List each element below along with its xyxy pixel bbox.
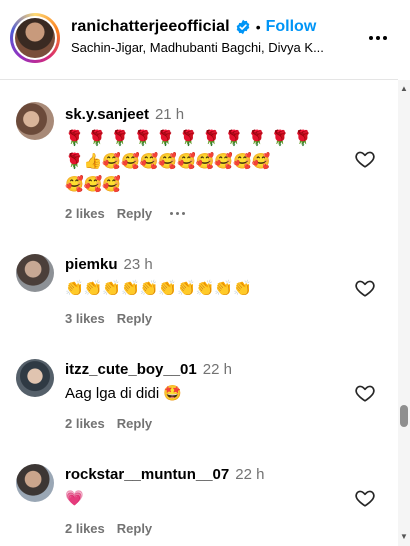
scrollbar[interactable]: ▲ ▼ bbox=[398, 80, 410, 546]
likes-count[interactable]: 3 likes bbox=[65, 311, 105, 326]
verified-badge-icon bbox=[236, 19, 250, 35]
more-options-icon[interactable] bbox=[366, 26, 390, 50]
heart-outline-icon[interactable] bbox=[354, 148, 376, 170]
likes-count[interactable]: 2 likes bbox=[65, 206, 105, 221]
follow-button[interactable]: Follow bbox=[266, 18, 317, 36]
owner-avatar-image bbox=[15, 18, 55, 58]
comment-time: 22 h bbox=[235, 466, 265, 483]
comment-text: 💗 bbox=[65, 490, 84, 507]
heart-outline-icon[interactable] bbox=[354, 487, 376, 509]
commenter-avatar[interactable] bbox=[16, 254, 54, 292]
reply-button[interactable]: Reply bbox=[117, 521, 152, 536]
heart-outline-icon[interactable] bbox=[354, 382, 376, 404]
comment-username[interactable]: piemku 23 h bbox=[65, 256, 153, 273]
likes-count[interactable]: 2 likes bbox=[65, 416, 105, 431]
separator-dot: • bbox=[255, 19, 261, 35]
scroll-up-arrow-icon[interactable]: ▲ bbox=[400, 84, 408, 94]
reply-button[interactable]: Reply bbox=[117, 311, 152, 326]
post-header: ranichatterjeeofficial • Follow Sachin-J… bbox=[0, 0, 398, 80]
comment-username[interactable]: sk.y.sanjeet 21 h bbox=[65, 106, 184, 123]
heart-outline-icon[interactable] bbox=[354, 277, 376, 299]
comment-time: 23 h bbox=[123, 256, 153, 273]
comment-item: rockstar__muntun__07 22 h 💗 2 likes Reply bbox=[0, 445, 398, 546]
owner-avatar[interactable] bbox=[10, 13, 60, 63]
commenter-avatar[interactable] bbox=[16, 102, 54, 140]
commenter-avatar[interactable] bbox=[16, 359, 54, 397]
reply-button[interactable]: Reply bbox=[117, 206, 152, 221]
comment-meta: 2 likes Reply bbox=[65, 521, 152, 536]
comment-options-icon[interactable] bbox=[170, 212, 186, 215]
comment-item: sk.y.sanjeet 21 h 🌹 🌹 🌹 🌹 🌹 🌹 🌹 🌹 🌹 🌹 🌹 🌹… bbox=[0, 80, 398, 235]
comment-item: itzz_cute_boy__01 22 h Aag lga di didi 🤩 … bbox=[0, 340, 398, 445]
reply-button[interactable]: Reply bbox=[117, 416, 152, 431]
owner-line: ranichatterjeeofficial • Follow bbox=[71, 16, 316, 38]
comment-meta: 2 likes Reply bbox=[65, 206, 186, 221]
scroll-down-arrow-icon[interactable]: ▼ bbox=[400, 532, 408, 542]
comment-meta: 3 likes Reply bbox=[65, 311, 152, 326]
comment-meta: 2 likes Reply bbox=[65, 416, 152, 431]
comment-username[interactable]: itzz_cute_boy__01 22 h bbox=[65, 361, 232, 378]
scrollbar-thumb[interactable] bbox=[400, 405, 408, 427]
comment-item: piemku 23 h 👏👏👏👏👏👏👏👏👏👏 3 likes Reply bbox=[0, 235, 398, 340]
comment-username[interactable]: rockstar__muntun__07 22 h bbox=[65, 466, 264, 483]
comment-time: 21 h bbox=[154, 106, 185, 123]
commenter-avatar[interactable] bbox=[16, 464, 54, 502]
comment-time: 22 h bbox=[202, 361, 232, 378]
comment-text: 👏👏👏👏👏👏👏👏👏👏 bbox=[65, 280, 252, 297]
audio-credits[interactable]: Sachin-Jigar, Madhubanti Bagchi, Divya K… bbox=[71, 40, 357, 55]
owner-username[interactable]: ranichatterjeeofficial bbox=[71, 18, 230, 36]
likes-count[interactable]: 2 likes bbox=[65, 521, 105, 536]
comment-text: Aag lga di didi 🤩 bbox=[65, 385, 183, 402]
comment-text: 🌹 🌹 🌹 🌹 🌹 🌹 🌹 🌹 🌹 🌹 🌹 🌹👍🥰🥰🥰🥰🥰🥰🥰🥰🥰 🥰🥰🥰 bbox=[65, 130, 313, 193]
